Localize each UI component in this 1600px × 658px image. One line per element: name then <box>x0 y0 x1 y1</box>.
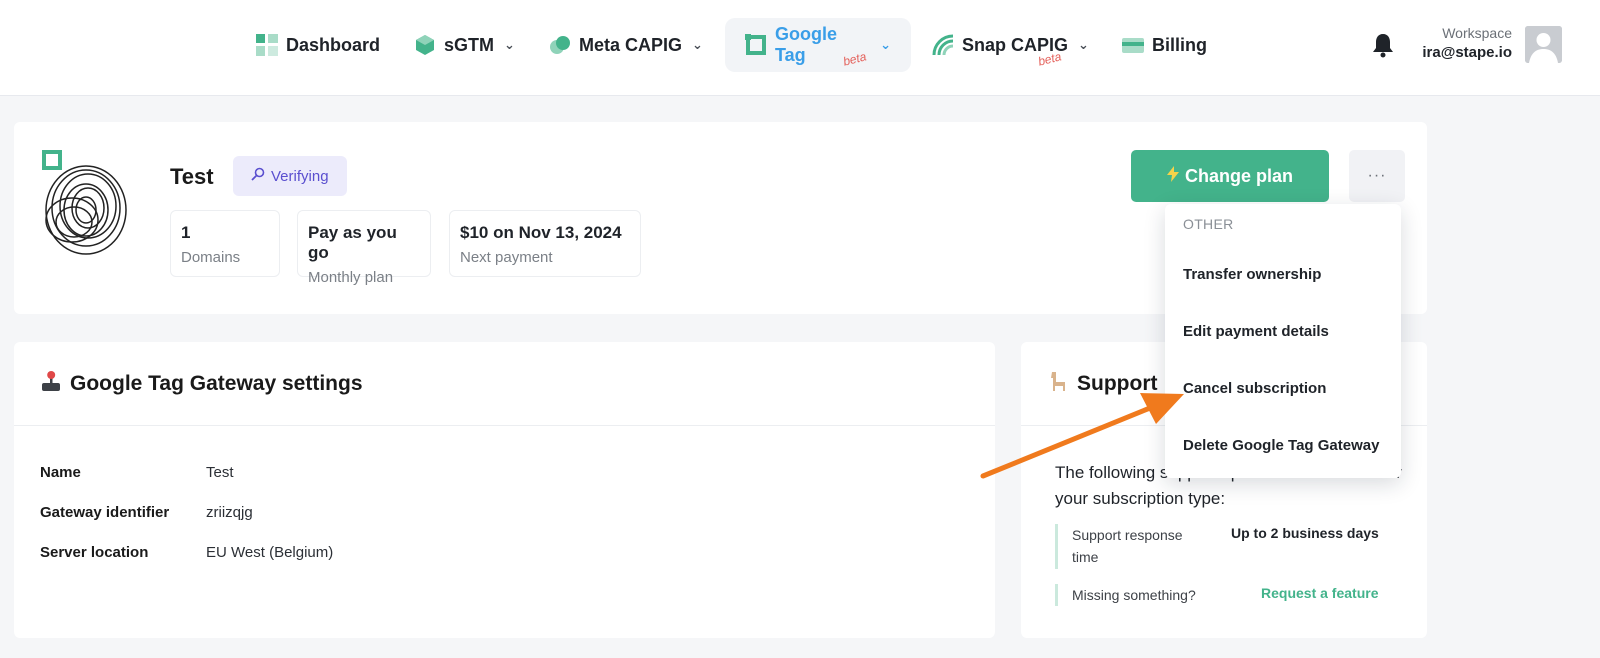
menu-item-delete-gateway[interactable]: Delete Google Tag Gateway <box>1183 437 1379 454</box>
gateway-logo <box>42 150 130 260</box>
chevron-down-icon: ⌄ <box>692 37 703 52</box>
bell-icon[interactable] <box>1372 32 1394 58</box>
settings-key: Server location <box>40 544 149 561</box>
stat-next-payment: $10 on Nov 13, 2024 Next payment <box>449 210 641 277</box>
menu-item-transfer-ownership[interactable]: Transfer ownership <box>1183 266 1321 283</box>
page-title: Test <box>170 164 214 189</box>
nav-billing[interactable]: Billing <box>1102 18 1227 72</box>
support-missing-label: Missing something? <box>1055 584 1225 607</box>
more-options-dropdown: OTHER Transfer ownership Edit payment de… <box>1165 204 1401 478</box>
workspace-email: ira@stape.io <box>1422 43 1512 61</box>
settings-key: Name <box>40 464 81 481</box>
stat-monthly-plan: Pay as you go Monthly plan <box>297 210 431 286</box>
magnifier-icon <box>251 167 265 185</box>
settings-key: Gateway identifier <box>40 504 170 521</box>
more-options-button[interactable]: ··· <box>1349 150 1405 202</box>
workspace-label: Workspace <box>1442 25 1512 41</box>
change-plan-button[interactable]: Change plan <box>1131 150 1329 202</box>
cube-icon <box>414 34 436 56</box>
menu-item-edit-payment-details[interactable]: Edit payment details <box>1183 323 1329 340</box>
nav-google-tag[interactable]: Google Tag ⌄ beta <box>725 18 911 72</box>
nav-dashboard[interactable]: Dashboard <box>236 18 400 72</box>
more-dots-icon: ··· <box>1367 167 1387 184</box>
snap-icon <box>932 34 954 56</box>
stat-value: 1 <box>181 223 191 242</box>
google-tag-icon <box>745 34 767 56</box>
settings-header: Google Tag Gateway settings <box>14 342 995 426</box>
stat-value: $10 on Nov 13, 2024 <box>460 223 622 242</box>
lightning-icon <box>1166 165 1179 187</box>
support-response-value: Up to 2 business days <box>1231 525 1379 541</box>
menu-item-cancel-subscription[interactable]: Cancel subscription <box>1183 380 1326 397</box>
llama-icon <box>1047 370 1069 398</box>
nav-snap-capig[interactable]: Snap CAPIG ⌄ beta <box>912 18 1109 72</box>
gateway-settings-card: Google Tag Gateway settings Name Test Ga… <box>14 342 995 638</box>
nav-sgtm[interactable]: sGTM ⌄ <box>394 18 535 72</box>
chevron-down-icon: ⌄ <box>1078 37 1089 52</box>
settings-value: zriizqjg <box>206 504 253 521</box>
support-response-label: Support response time <box>1055 524 1205 569</box>
nav-label: sGTM <box>444 34 495 55</box>
stat-label: Domains <box>181 249 241 266</box>
top-navigation: Dashboard sGTM ⌄ Meta CAPIG ⌄ Google Tag… <box>0 0 1600 96</box>
chevron-down-icon: ⌄ <box>880 37 891 52</box>
settings-title: Google Tag Gateway settings <box>70 371 363 395</box>
avatar[interactable] <box>1525 26 1562 63</box>
nav-label: Meta CAPIG <box>579 34 683 55</box>
stat-label: Next payment <box>460 249 553 266</box>
billing-icon <box>1122 34 1144 56</box>
request-feature-link[interactable]: Request a feature <box>1261 585 1378 601</box>
status-badge: Verifying <box>233 156 347 196</box>
dropdown-section-label: OTHER <box>1183 216 1234 232</box>
joystick-icon <box>40 370 62 398</box>
stat-label: Monthly plan <box>308 269 394 286</box>
change-plan-label: Change plan <box>1184 165 1293 186</box>
settings-value: EU West (Belgium) <box>206 544 334 561</box>
status-badge-label: Verifying <box>271 167 329 185</box>
dashboard-icon <box>256 34 278 56</box>
nav-label: Billing <box>1152 34 1207 55</box>
nav-label: Dashboard <box>286 34 381 55</box>
settings-value: Test <box>206 464 234 481</box>
meta-icon <box>549 34 571 56</box>
stat-value: Pay as you go <box>308 223 397 262</box>
workspace-info[interactable]: Workspace ira@stape.io <box>1422 24 1512 63</box>
chevron-down-icon: ⌄ <box>504 37 515 52</box>
support-title: Support <box>1077 371 1158 395</box>
stat-domains: 1 Domains <box>170 210 280 277</box>
nav-meta-capig[interactable]: Meta CAPIG ⌄ <box>529 18 723 72</box>
